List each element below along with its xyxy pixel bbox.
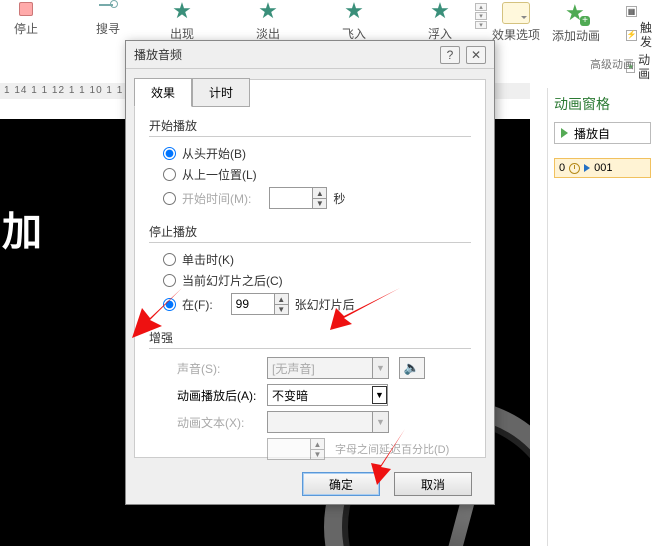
after-anim-label: 动画播放后(A): [177, 387, 257, 404]
label-on-click: 单击时(K) [182, 251, 234, 268]
stop-at-input[interactable] [232, 294, 274, 314]
ribbon-seek[interactable]: 搜寻 [96, 0, 120, 37]
seconds-label: 秒 [333, 190, 345, 207]
trigger-menu[interactable]: ⚡触发 [626, 21, 657, 49]
effect-options[interactable]: 效果选项 [492, 2, 540, 43]
radio-start-time[interactable] [163, 192, 176, 205]
animation-pane: 动画窗格 播放自 0 001 [547, 88, 657, 546]
ribbon: 停止 搜寻 ★出现 ★淡出 ★飞入 ★浮入 ▴▾▾ 效果选项 添加动画 ▦ ⚡触… [0, 0, 657, 45]
letter-delay-label: 字母之间延迟百分比(D) [335, 441, 449, 457]
gallery-nav[interactable]: ▴▾▾ [475, 3, 487, 30]
spinner-buttons[interactable]: ▲▼ [312, 188, 326, 208]
radio-after-current[interactable] [163, 274, 176, 287]
dialog-help-icon[interactable]: ? [440, 46, 460, 64]
slides-after-label: 张幻灯片后 [295, 296, 355, 313]
effect-options-icon [502, 2, 530, 24]
label-after-current: 当前幻灯片之后(C) [182, 272, 283, 289]
start-legend: 开始播放 [149, 117, 197, 134]
group-start-playback: 开始播放 从头开始(B) 从上一位置(L) 开始时间(M): ▲▼ 秒 [149, 117, 471, 213]
ribbon-stop[interactable]: 停止 [14, 0, 38, 37]
tab-effect[interactable]: 效果 [134, 78, 192, 107]
label-start-time: 开始时间(M): [182, 190, 251, 207]
anim-list-item[interactable]: 0 001 [554, 158, 651, 178]
ribbon-flyin[interactable]: ★飞入 [342, 0, 366, 42]
play-from-button[interactable]: 播放自 [554, 122, 651, 144]
play-small-icon [584, 164, 590, 172]
play-icon [561, 128, 568, 138]
clock-icon [569, 163, 580, 174]
slide-title-text: 添加 [0, 199, 44, 257]
cancel-button[interactable]: 取消 [394, 472, 472, 496]
anim-text-label: 动画文本(X): [177, 414, 257, 431]
start-time-input[interactable] [270, 188, 312, 208]
speaker-icon[interactable]: 🔈 [399, 357, 425, 379]
label-stop-at: 在(F): [182, 296, 213, 313]
add-anim-star-icon [563, 2, 589, 26]
dialog-footer: 确定 取消 [126, 472, 494, 496]
ribbon-appear[interactable]: ★出现 [170, 0, 194, 42]
after-anim-combo[interactable]: 不变暗▼ [267, 384, 388, 406]
stop-at-spinner[interactable]: ▲▼ [231, 293, 289, 315]
tab-timing[interactable]: 计时 [192, 78, 250, 107]
ribbon-floatin[interactable]: ★浮入 [428, 0, 452, 42]
dialog-tabs: 效果 计时 [134, 79, 485, 107]
dialog-body: 效果 计时 开始播放 从头开始(B) 从上一位置(L) 开始时间(M): ▲▼ [134, 79, 486, 458]
play-audio-dialog: 播放音频 ? ✕ 效果 计时 开始播放 从头开始(B) 从上一位置(L) 开始时… [125, 40, 495, 505]
sound-label: 声音(S): [177, 360, 257, 377]
letter-delay-spinner: ▲▼ [267, 438, 325, 460]
stop-legend: 停止播放 [149, 223, 197, 240]
anim-pane-title: 动画窗格 [554, 94, 651, 114]
ribbon-fade[interactable]: ★淡出 [256, 0, 280, 42]
radio-from-beginning[interactable] [163, 147, 176, 160]
ribbon-group-label: 高级动画 [590, 56, 634, 72]
spinner-buttons[interactable]: ▲▼ [274, 294, 288, 314]
start-time-spinner[interactable]: ▲▼ [269, 187, 327, 209]
radio-stop-at[interactable] [163, 298, 176, 311]
anim-text-combo: ▼ [267, 411, 389, 433]
radio-on-click[interactable] [163, 253, 176, 266]
dialog-titlebar: 播放音频 ? ✕ [126, 41, 494, 69]
sound-combo[interactable]: [无声音]▼ [267, 357, 389, 379]
group-enhance: 增强 声音(S): [无声音]▼ 🔈 动画播放后(A): 不变暗▼ 动画文本( [149, 329, 471, 465]
group-stop-playback: 停止播放 单击时(K) 当前幻灯片之后(C) 在(F): ▲▼ 张幻灯片后 [149, 223, 471, 319]
radio-from-last[interactable] [163, 168, 176, 181]
dialog-title: 播放音频 [134, 46, 182, 63]
label-from-last: 从上一位置(L) [182, 166, 257, 183]
label-from-beginning: 从头开始(B) [182, 145, 246, 162]
close-icon[interactable]: ✕ [466, 46, 486, 64]
ok-button[interactable]: 确定 [302, 472, 380, 496]
add-animation[interactable]: 添加动画 [552, 2, 600, 44]
anim-pane-toggle[interactable]: ▦ [626, 6, 657, 17]
enhance-legend: 增强 [149, 329, 173, 346]
